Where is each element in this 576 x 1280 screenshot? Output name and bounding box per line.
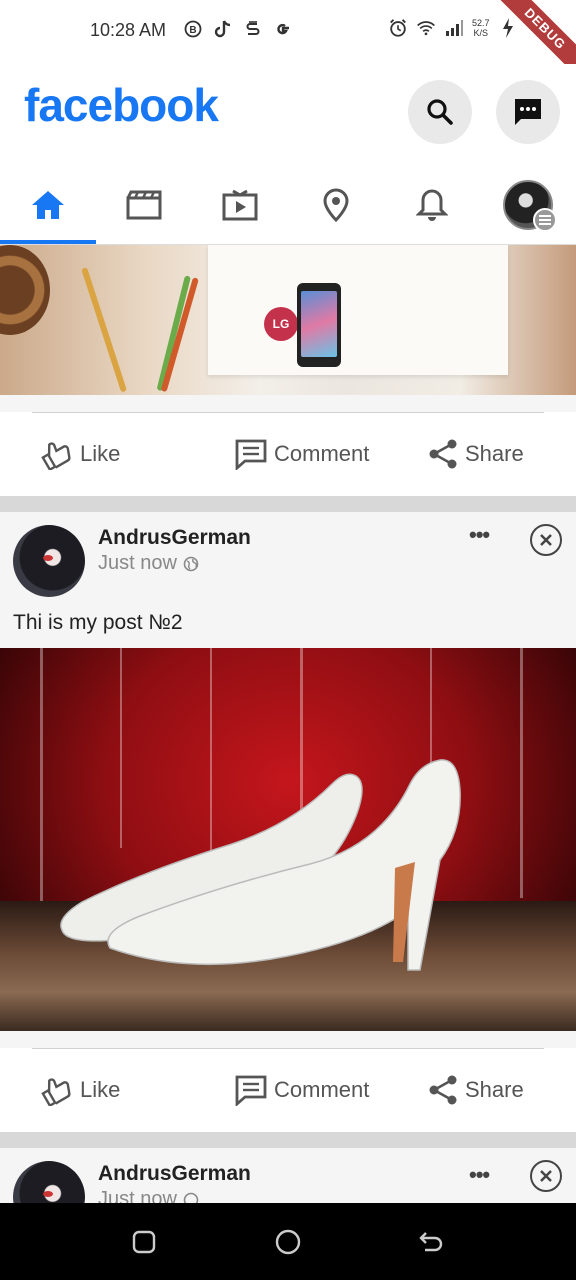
battery-charging-icon [498,18,518,38]
like-label: Like [80,441,121,466]
post-text: Thi is my post №2 [13,611,183,634]
location-icon [323,187,349,222]
divider [32,412,544,413]
tab-video[interactable] [96,164,192,245]
home-icon [32,190,64,219]
alarm-icon [388,18,408,38]
hide-post-button[interactable] [530,1160,562,1192]
net-speed-value: 52.7 [472,18,490,28]
tiktok-icon [213,19,233,39]
comment-label: Comment [274,1077,370,1102]
comment-button[interactable]: Comment [234,436,369,472]
app-bar: facebook [0,64,576,164]
globe-icon [183,1192,199,1203]
status-time: 10:28 AM [90,20,167,40]
like-icon [41,1078,71,1106]
search-icon [427,99,453,125]
share-button[interactable]: Share [427,1072,524,1108]
status-right-icons: 52.7 K/S [388,18,518,38]
phone-decor [297,283,341,367]
post-header: AndrusGerman Just now ••• [0,1148,576,1203]
post-time-label: Just now [98,1188,177,1203]
watch-icon [222,189,258,220]
post-author[interactable]: AndrusGerman [98,526,251,550]
chat-icon [515,99,541,125]
avatar[interactable] [13,525,85,597]
shoes-graphic [60,759,461,971]
share-button[interactable]: Share [427,436,524,472]
like-label: Like [80,1077,121,1102]
comment-button[interactable]: Comment [234,1072,369,1108]
video-icon [126,190,162,219]
facebook-logo: facebook [24,79,219,131]
comment-label: Comment [274,441,370,466]
tab-bar [0,164,576,245]
wifi-icon [416,18,436,38]
avatar[interactable] [13,1161,85,1203]
tab-places[interactable] [288,164,384,245]
tab-menu[interactable] [480,164,576,245]
post-time: Just now [98,1188,199,1203]
back-icon [419,1232,443,1252]
post-image[interactable]: LG [0,245,576,395]
post-time-label: Just now [98,552,177,574]
post-time: Just now [98,552,199,575]
tab-notifications[interactable] [384,164,480,245]
share-icon [429,1075,457,1105]
post-image[interactable] [0,648,576,1031]
lg-logo: LG [264,307,298,341]
s-icon [243,19,263,39]
signal-icon [444,18,464,38]
divider [32,1048,544,1049]
plate-decor [0,245,50,335]
bell-icon [416,188,448,221]
share-label: Share [465,1077,524,1102]
pencil-decor [81,267,128,393]
comment-icon [235,439,267,470]
hide-post-button[interactable] [530,524,562,556]
share-icon [429,439,457,469]
tab-watch[interactable] [192,164,288,245]
active-tab-indicator [0,240,96,244]
booklet-decor [208,245,508,375]
post-spacer [0,1031,576,1048]
close-icon [540,534,552,546]
svg-text:B: B [189,25,196,36]
status-bar: 10:28 AM B 52.7 K/S DEBUG [0,0,576,83]
system-nav-bar [0,1203,576,1280]
search-button[interactable] [408,80,472,144]
status-left-icons: B [183,19,293,39]
post-header: AndrusGerman Just now ••• Thi is my post… [0,512,576,648]
more-options-button[interactable]: ••• [469,522,490,548]
google-icon [273,19,293,39]
close-icon [540,1170,552,1182]
tab-home[interactable] [0,164,96,245]
like-button[interactable]: Like [40,436,120,472]
menu-icon [533,207,557,232]
post-actions: Like Comment Share [0,412,576,496]
more-options-button[interactable]: ••• [469,1162,490,1188]
net-speed-unit: K/S [473,28,489,38]
recents-button[interactable] [129,1227,159,1257]
share-label: Share [465,441,524,466]
like-button[interactable]: Like [40,1072,120,1108]
like-icon [41,442,71,470]
globe-icon [183,556,199,571]
post-author[interactable]: AndrusGerman [98,1162,251,1186]
home-circle-icon [275,1229,301,1255]
pencil-decor [156,275,191,392]
back-button[interactable] [417,1227,447,1257]
b-circle-icon: B [183,19,203,39]
comment-icon [235,1075,267,1106]
profile-avatar [503,179,557,232]
messenger-button[interactable] [496,80,560,144]
recents-icon [132,1230,156,1254]
home-nav-button[interactable] [273,1227,303,1257]
net-speed: 52.7 K/S [472,18,490,38]
news-feed[interactable]: LG Like Comment Share AndrusGerman Just … [0,245,576,1203]
post-actions: Like Comment Share [0,1048,576,1132]
